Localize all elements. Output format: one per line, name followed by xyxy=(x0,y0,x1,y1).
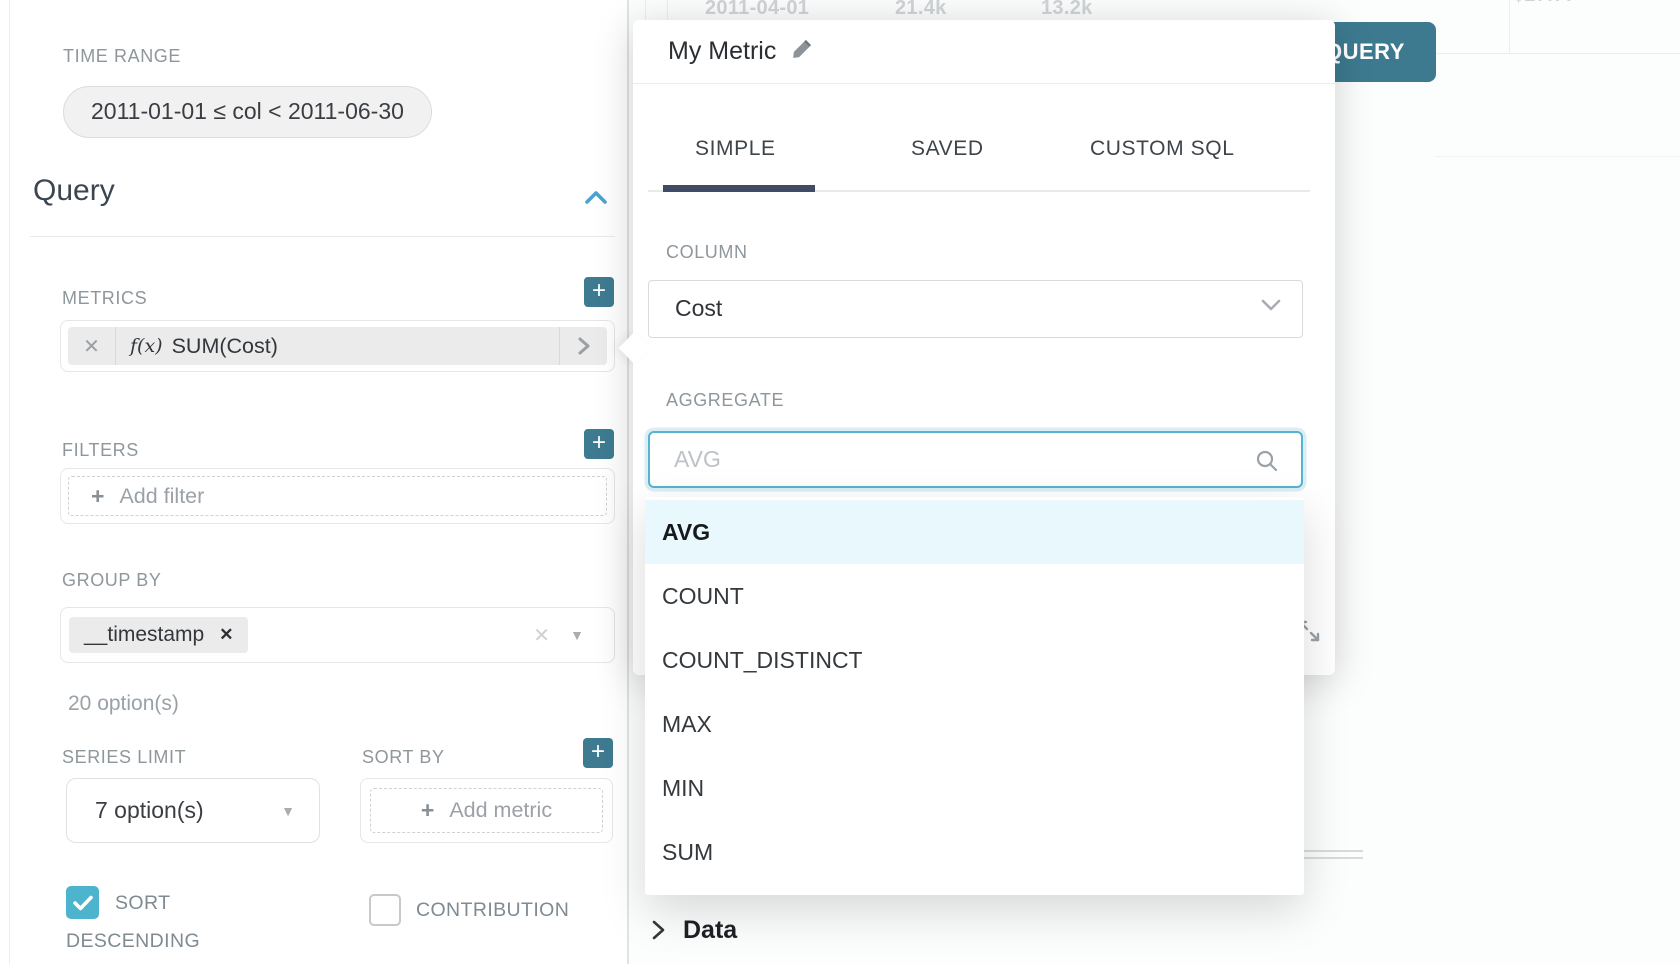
sort-descending-option: SORT DESCENDING xyxy=(66,884,278,960)
table-gridline xyxy=(1509,0,1510,53)
group-by-tag-value: __timestamp xyxy=(84,623,204,647)
metric-pill[interactable]: ✕ f(x) SUM(Cost) xyxy=(68,327,607,365)
section-divider xyxy=(30,236,615,237)
time-range-filter[interactable]: 2011-01-01 ≤ col < 2011-06-30 xyxy=(63,86,432,138)
sort-by-label: SORT BY xyxy=(362,747,445,768)
chevron-right-icon xyxy=(650,919,666,941)
aggregate-label: AGGREGATE xyxy=(666,390,784,411)
query-section-title: Query xyxy=(33,174,115,208)
aggregate-input[interactable] xyxy=(650,433,1301,486)
remove-metric-icon[interactable]: ✕ xyxy=(68,327,116,365)
remove-tag-icon[interactable]: ✕ xyxy=(219,625,233,645)
table-gridline xyxy=(645,0,646,20)
add-sort-metric-button[interactable]: + xyxy=(583,738,613,768)
panel-edge xyxy=(9,0,10,964)
option-sum[interactable]: SUM xyxy=(645,820,1304,884)
run-query-label: QUERY xyxy=(1325,22,1405,82)
table-cell-value: 21.4k xyxy=(895,0,947,20)
series-limit-label: SERIES LIMIT xyxy=(62,747,186,768)
table-gridline xyxy=(1435,53,1680,54)
search-icon xyxy=(1255,449,1279,478)
edit-title-pencil-icon[interactable] xyxy=(789,37,814,67)
series-limit-select[interactable]: 7 option(s) ▼ xyxy=(66,778,320,843)
popover-title: My Metric xyxy=(668,37,776,66)
series-limit-value: 7 option(s) xyxy=(95,779,204,841)
metrics-control: ✕ f(x) SUM(Cost) xyxy=(60,320,615,372)
group-by-hint: 20 option(s) xyxy=(68,692,179,716)
option-avg[interactable]: AVG xyxy=(645,500,1304,564)
tab-simple[interactable]: SIMPLE xyxy=(695,137,776,161)
time-range-label: TIME RANGE xyxy=(63,46,181,67)
group-by-label: GROUP BY xyxy=(62,570,162,591)
filters-control: + Add filter xyxy=(60,468,615,524)
add-sort-metric-dropzone[interactable]: + Add metric xyxy=(370,788,603,833)
column-select-value: Cost xyxy=(675,281,722,336)
plus-icon: + xyxy=(421,797,434,824)
option-count[interactable]: COUNT xyxy=(645,564,1304,628)
active-tab-underline xyxy=(663,185,815,192)
data-panel-header[interactable]: Data xyxy=(650,900,737,960)
add-filter-button[interactable]: + xyxy=(584,429,614,459)
explore-chart-builder: 2011-04-01 00:00:00 21.4k 13.2k $27.77 D… xyxy=(0,0,1680,964)
table-cell-value: $27.77 xyxy=(1513,0,1576,7)
option-min[interactable]: MIN xyxy=(645,756,1304,820)
contribution-label: CONTRIBUTION xyxy=(416,899,569,922)
metrics-label: METRICS xyxy=(62,288,147,309)
tab-saved[interactable]: SAVED xyxy=(911,137,984,161)
clear-select-icon[interactable]: ✕ xyxy=(533,608,550,662)
function-icon: f(x) xyxy=(130,335,163,357)
caret-down-icon[interactable]: ▼ xyxy=(570,608,584,662)
group-by-select[interactable]: __timestamp ✕ ✕ ▼ xyxy=(60,607,615,663)
panel-divider xyxy=(627,0,629,964)
contribution-option: CONTRIBUTION xyxy=(369,894,569,926)
metric-definition[interactable]: f(x) SUM(Cost) xyxy=(116,327,559,365)
popover-arrow xyxy=(618,332,649,363)
table-gridline xyxy=(667,0,668,20)
filters-label: FILTERS xyxy=(62,440,139,461)
add-metric-button[interactable]: + xyxy=(584,277,614,307)
table-cell-value: 13.2k xyxy=(1041,0,1093,20)
add-filter-dropzone[interactable]: + Add filter xyxy=(68,476,607,516)
tab-custom-sql[interactable]: CUSTOM SQL xyxy=(1090,137,1234,161)
chevron-up-icon[interactable] xyxy=(584,189,608,211)
column-label: COLUMN xyxy=(666,242,748,263)
table-cell-date: 2011-04-01 xyxy=(705,0,809,20)
add-sort-metric-placeholder: Add metric xyxy=(449,798,552,823)
aggregate-options-dropdown: AVG COUNT COUNT_DISTINCT MAX MIN SUM xyxy=(645,497,1304,895)
sort-descending-checkbox[interactable] xyxy=(66,886,99,919)
aggregate-combobox xyxy=(648,431,1303,488)
chevron-down-icon xyxy=(1260,298,1282,317)
edit-metric-chevron[interactable] xyxy=(559,327,607,365)
contribution-checkbox[interactable] xyxy=(369,894,401,926)
data-panel-title: Data xyxy=(683,916,737,945)
group-by-tag: __timestamp ✕ xyxy=(69,617,248,653)
popover-header: My Metric xyxy=(633,20,1335,84)
plus-icon: + xyxy=(91,483,104,510)
data-panel-resize-handle[interactable] xyxy=(1303,850,1363,852)
caret-down-icon: ▼ xyxy=(281,779,295,842)
column-select[interactable]: Cost xyxy=(648,280,1303,338)
data-panel-resize-handle[interactable] xyxy=(1303,857,1363,859)
metric-expression: SUM(Cost) xyxy=(172,334,278,359)
option-max[interactable]: MAX xyxy=(645,692,1304,756)
sort-by-control: + Add metric xyxy=(360,778,613,843)
table-gridline xyxy=(1435,156,1680,157)
add-filter-placeholder: Add filter xyxy=(119,484,204,509)
option-count-distinct[interactable]: COUNT_DISTINCT xyxy=(645,628,1304,692)
